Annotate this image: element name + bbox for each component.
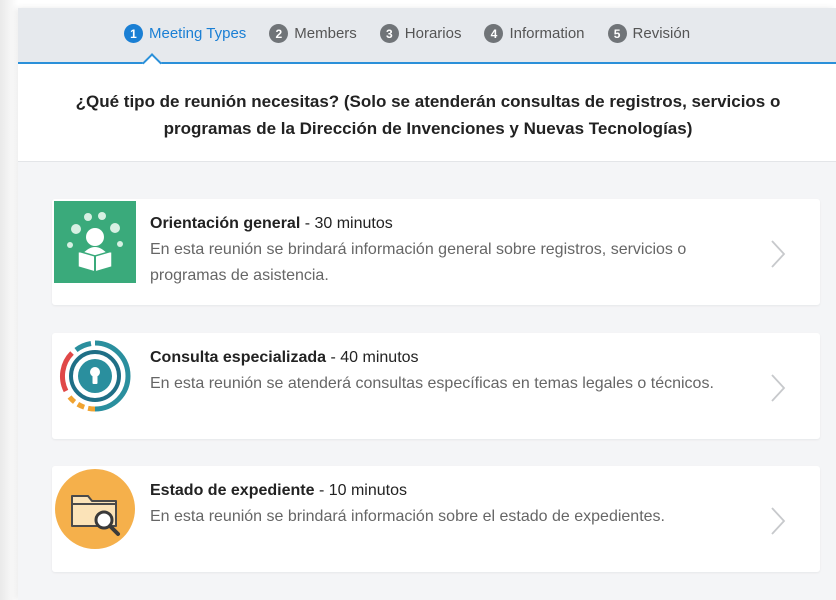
- step-label: Revisión: [632, 25, 691, 42]
- meeting-description: En esta reunión se brindará información …: [150, 508, 665, 525]
- meeting-title: Consulta especializada: [150, 349, 327, 366]
- step-revision[interactable]: 5 Revisión: [607, 24, 691, 43]
- step-label: Horarios: [404, 25, 462, 42]
- meeting-title: Orientación general: [150, 215, 301, 232]
- question-header: ¿Qué tipo de reunión necesitas? (Solo se…: [18, 64, 836, 162]
- meeting-duration: - 40 minutos: [326, 349, 419, 366]
- step-navigation: 1 Meeting Types 2 Members 3 Horarios 4 I…: [18, 8, 836, 64]
- meeting-description: En esta reunión se atenderá consultas es…: [150, 375, 714, 392]
- keyhole-circle-icon: [54, 335, 136, 417]
- chevron-right-icon: [771, 240, 786, 268]
- meeting-title-line: Estado de expediente - 10 minutos: [150, 480, 760, 502]
- step-number: 4: [484, 24, 504, 43]
- step-meeting-types[interactable]: 1 Meeting Types: [124, 24, 246, 43]
- step-label: Meeting Types: [149, 25, 247, 42]
- meeting-duration: - 10 minutos: [314, 482, 407, 499]
- booking-panel: 1 Meeting Types 2 Members 3 Horarios 4 I…: [18, 8, 836, 600]
- step-members[interactable]: 2 Members: [269, 24, 357, 43]
- meeting-title: Estado de expediente: [150, 482, 315, 499]
- reading-person-icon: [54, 201, 136, 283]
- step-number: 5: [607, 24, 627, 43]
- left-shadow: [0, 0, 18, 600]
- meeting-description: En esta reunión se brindará información …: [150, 241, 687, 284]
- step-number: 2: [269, 24, 289, 43]
- step-label: Information: [509, 25, 585, 42]
- folder-search-icon: [55, 469, 135, 549]
- step-horarios[interactable]: 3 Horarios: [379, 24, 462, 43]
- step-label: Members: [294, 25, 357, 42]
- meeting-option-orientacion-general[interactable]: Orientación general - 30 minutos En esta…: [52, 199, 820, 305]
- chevron-right-icon: [771, 507, 786, 535]
- step-information[interactable]: 4 Information: [484, 24, 585, 43]
- step-number: 1: [124, 24, 143, 43]
- meeting-option-consulta-especializada[interactable]: Consulta especializada - 40 minutos En e…: [52, 333, 820, 439]
- step-number: 3: [379, 24, 399, 43]
- meeting-option-estado-expediente[interactable]: Estado de expediente - 10 minutos En est…: [52, 466, 820, 572]
- chevron-right-icon: [771, 374, 786, 402]
- question-text: ¿Qué tipo de reunión necesitas? (Solo se…: [75, 92, 781, 138]
- meeting-title-line: Consulta especializada - 40 minutos: [150, 347, 760, 369]
- meeting-duration: - 30 minutos: [300, 215, 393, 232]
- meeting-title-line: Orientación general - 30 minutos: [150, 213, 760, 235]
